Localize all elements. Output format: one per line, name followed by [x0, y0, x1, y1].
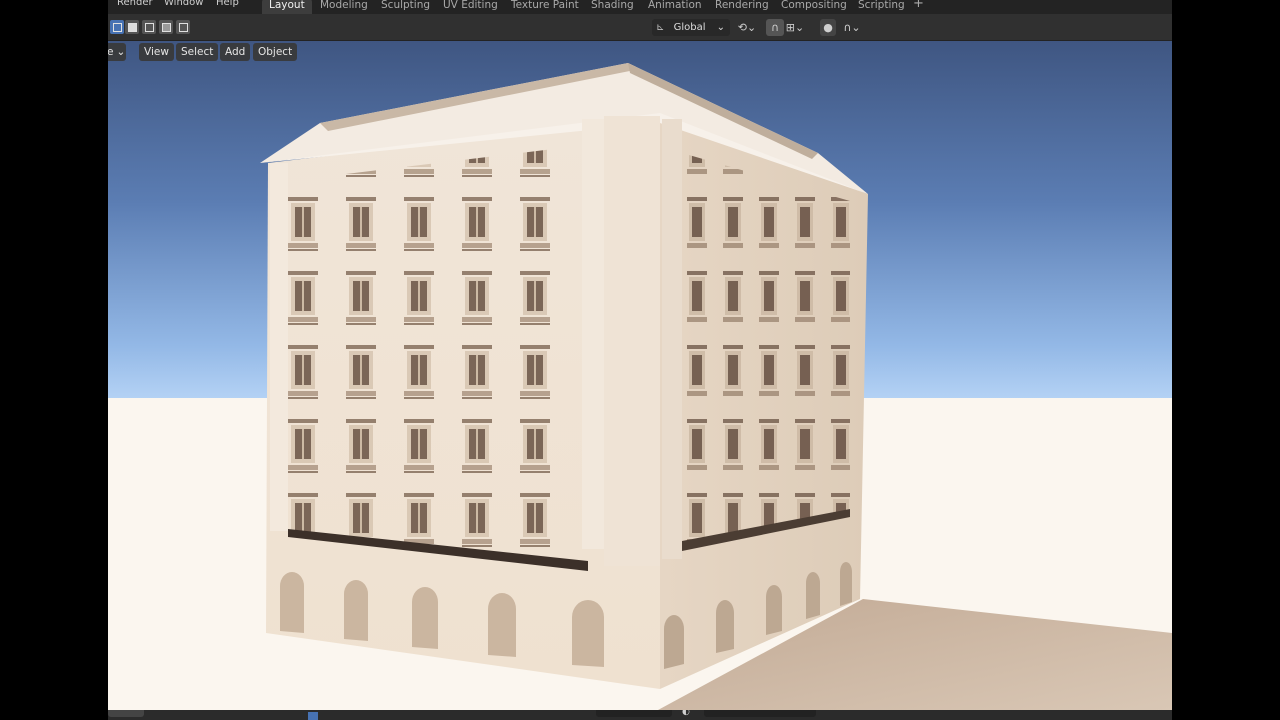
select-extend-icon[interactable]	[125, 20, 139, 34]
tab-modeling[interactable]: Modeling	[313, 0, 375, 14]
status-left-block[interactable]	[108, 710, 144, 717]
snap-toggle[interactable]: ∩	[766, 19, 784, 36]
tab-sculpting[interactable]: Sculpting	[374, 0, 437, 14]
status-field-b[interactable]	[704, 710, 816, 717]
menu-view[interactable]: View	[139, 43, 174, 61]
select-intersect-icon[interactable]	[176, 20, 190, 34]
falloff-dropdown[interactable]: ∩⌄	[839, 19, 865, 36]
pivot-icon: ⟲⌄	[737, 21, 757, 34]
snap-target-dropdown[interactable]: ⊞⌄	[785, 19, 805, 36]
menu-object[interactable]: Object	[253, 43, 298, 61]
tab-compositing[interactable]: Compositing	[774, 0, 854, 14]
chevron-down-icon: ⌄	[116, 46, 126, 58]
status-bar: ◐	[108, 710, 1172, 720]
menu-select[interactable]: Select	[176, 43, 219, 61]
pivot-point-dropdown[interactable]: ⟲⌄	[733, 19, 761, 36]
snap-icon: ∩	[770, 21, 780, 34]
falloff-curve-icon: ∩⌄	[843, 21, 861, 34]
select-subtract-icon[interactable]	[142, 20, 156, 34]
select-invert-icon[interactable]	[159, 20, 173, 34]
transform-orientation-icon: ⊾	[656, 22, 665, 33]
proportional-edit-icon: ●	[823, 21, 833, 34]
status-sphere-icon[interactable]: ◐	[682, 710, 694, 717]
3d-viewport[interactable]: e ⌄ View Select Add Object	[108, 41, 1172, 710]
status-field-a[interactable]	[596, 710, 672, 717]
tab-uv-editing[interactable]: UV Editing	[436, 0, 505, 14]
chevron-down-icon: ⌄	[716, 22, 726, 33]
add-workspace-icon[interactable]: +	[913, 0, 924, 11]
tab-animation[interactable]: Animation	[641, 0, 709, 14]
rendered-scene	[108, 41, 1172, 710]
select-new-icon[interactable]	[110, 20, 124, 34]
blender-window: Render Window Help Layout Modeling Sculp…	[108, 0, 1172, 720]
proportional-edit-toggle[interactable]: ●	[820, 19, 836, 36]
tab-rendering[interactable]: Rendering	[708, 0, 776, 14]
interaction-mode-dropdown[interactable]: e ⌄	[108, 43, 126, 61]
viewport-header: ⊾ Global ⌄ ⟲⌄ ∩ ⊞⌄ ● ∩⌄	[108, 14, 1172, 41]
snap-increment-icon: ⊞⌄	[785, 21, 805, 34]
menu-help[interactable]: Help	[216, 0, 239, 8]
tab-scripting[interactable]: Scripting	[851, 0, 912, 14]
tab-shading[interactable]: Shading	[584, 0, 641, 14]
tab-layout[interactable]: Layout	[262, 0, 312, 14]
transform-orientation-dropdown[interactable]: ⊾ Global ⌄	[652, 19, 730, 36]
menu-window[interactable]: Window	[164, 0, 203, 8]
status-checkbox-icon[interactable]	[308, 712, 318, 720]
menu-render[interactable]: Render	[117, 0, 153, 8]
transform-orientation-value: Global	[673, 22, 706, 33]
tab-texture-paint[interactable]: Texture Paint	[504, 0, 586, 14]
menu-add[interactable]: Add	[220, 43, 251, 61]
top-bar: Render Window Help Layout Modeling Sculp…	[108, 0, 1172, 14]
mode-label: e	[108, 46, 114, 58]
